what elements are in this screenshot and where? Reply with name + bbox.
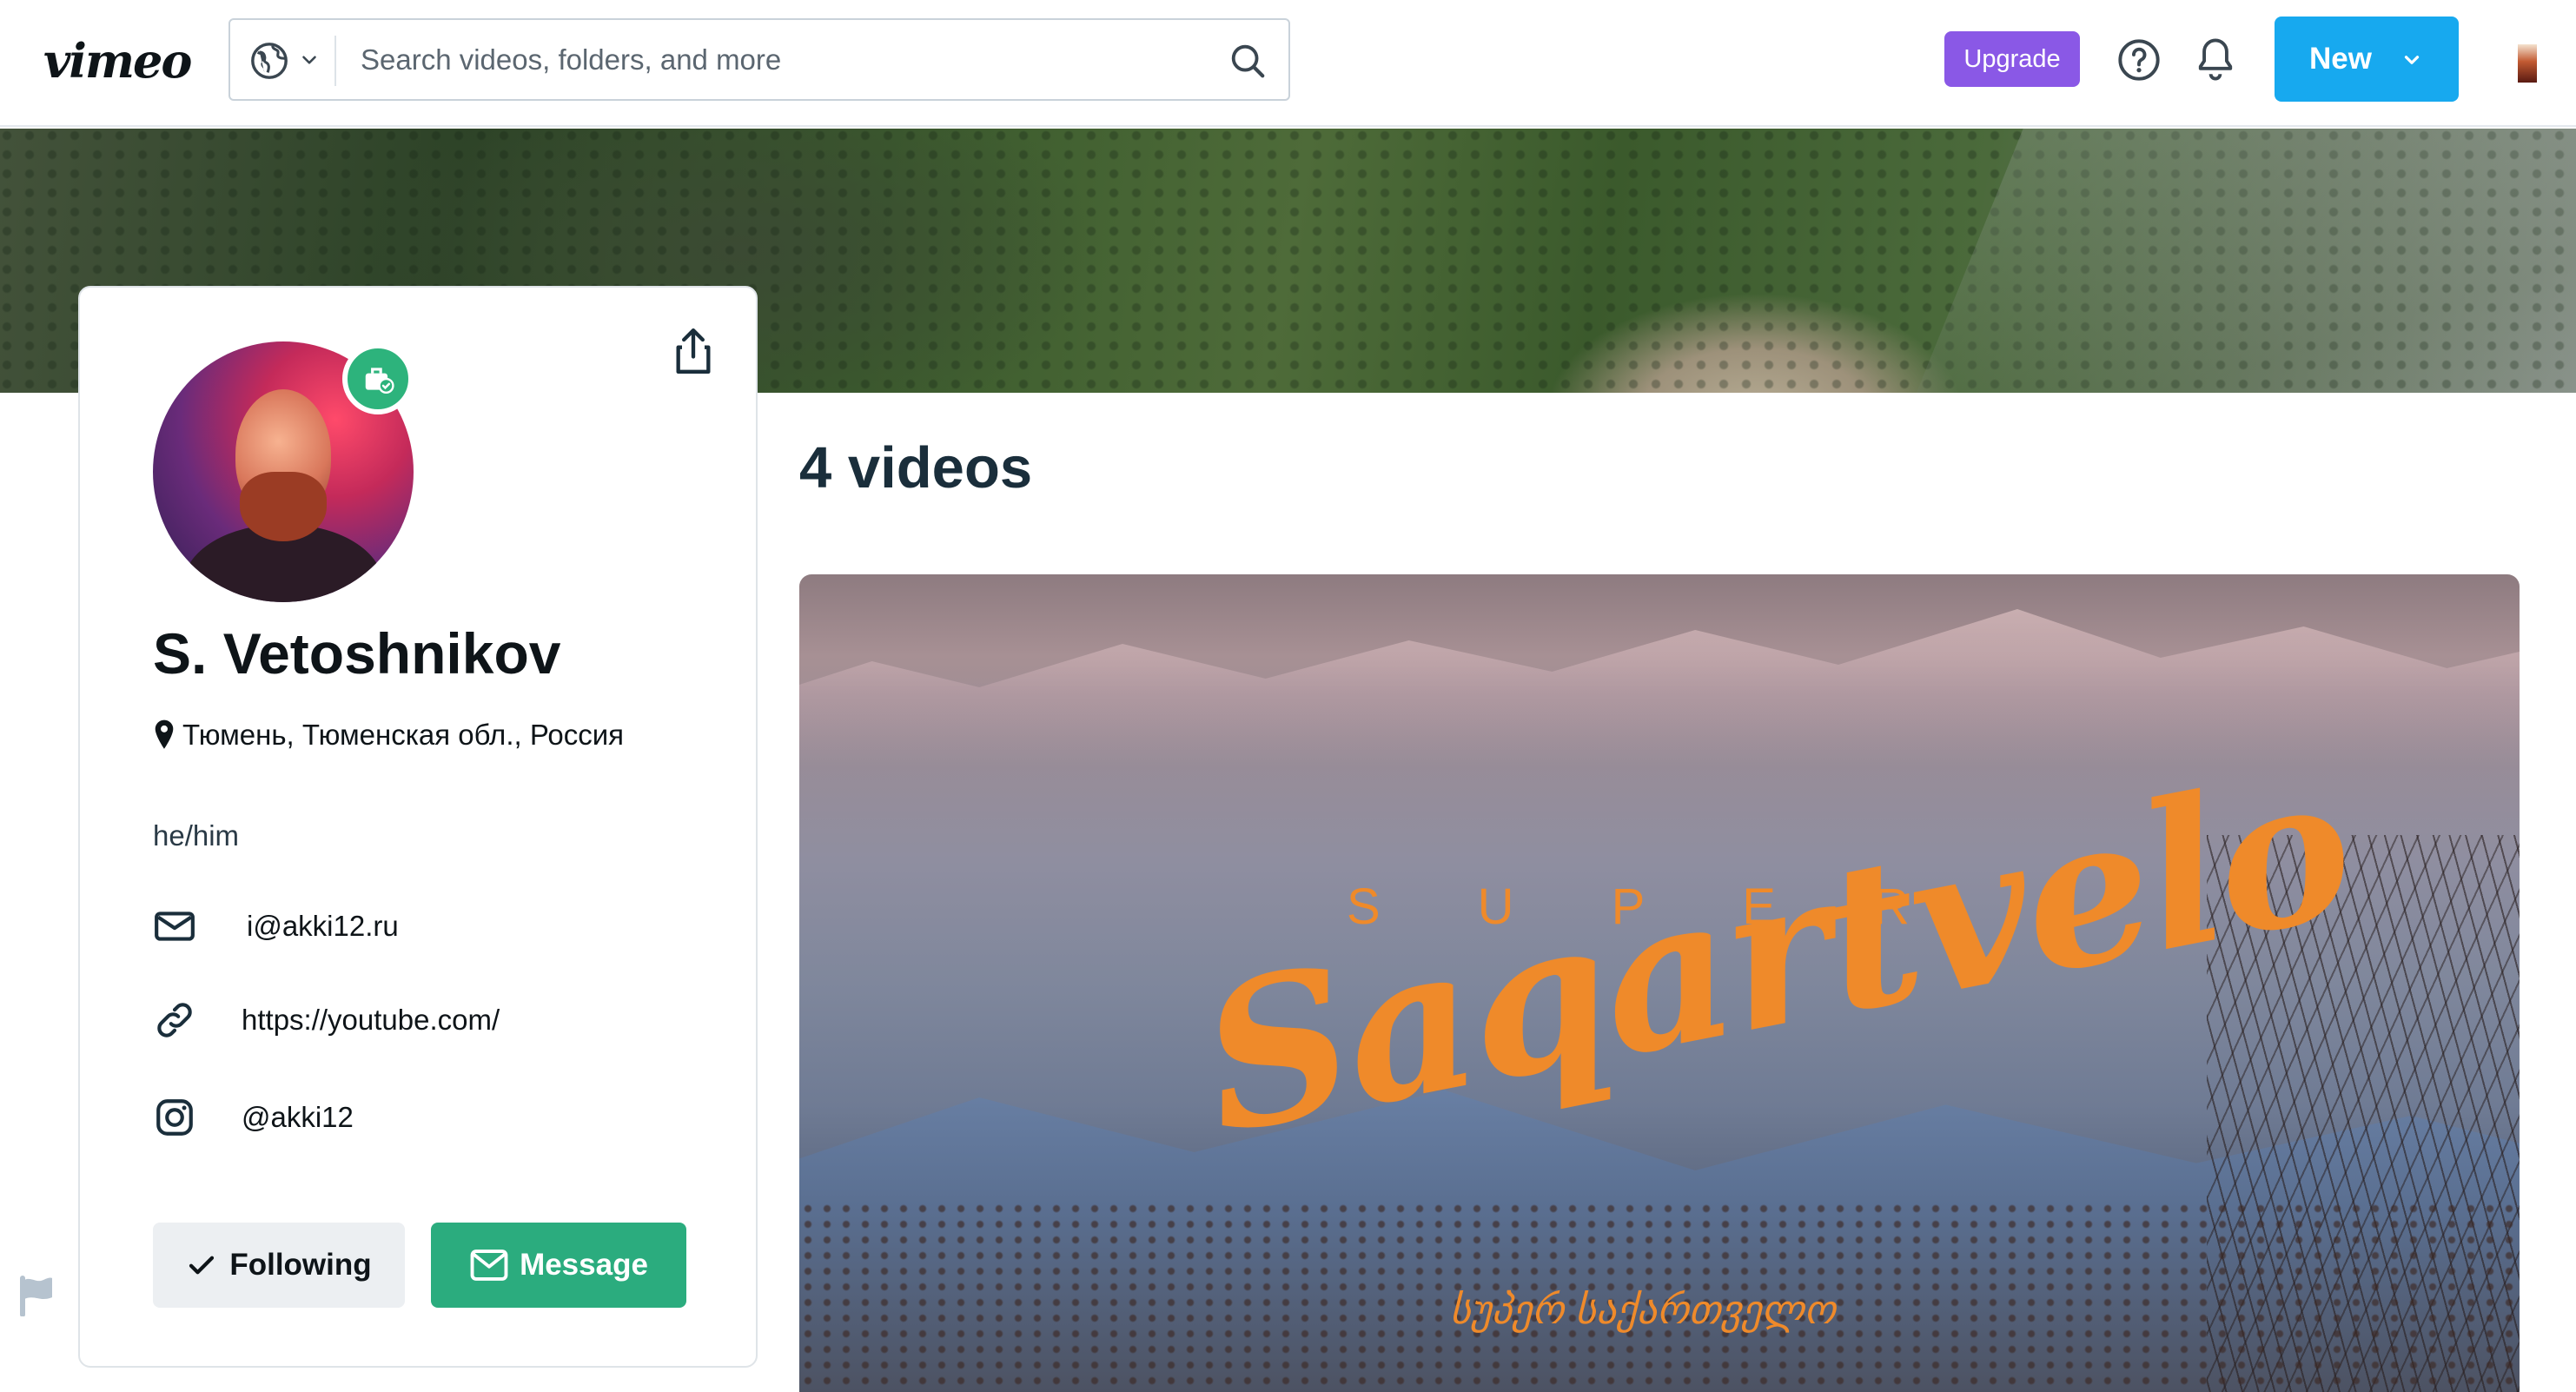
user-avatar[interactable]	[2518, 44, 2537, 83]
profile-pronouns: he/him	[153, 819, 240, 852]
business-badge	[342, 343, 414, 414]
search-icon[interactable]	[1228, 41, 1268, 81]
share-icon[interactable]	[671, 324, 716, 378]
profile-website-row[interactable]: https://youtube.com/	[153, 998, 500, 1042]
video-count-heading: 4 videos	[799, 435, 1033, 500]
message-button[interactable]: Message	[431, 1223, 686, 1308]
profile-name: S. Vetoshnikov	[153, 621, 561, 686]
checkmark-icon	[189, 1256, 215, 1275]
bell-icon[interactable]	[2193, 35, 2238, 83]
briefcase-check-icon	[365, 368, 394, 394]
location-text: Тюмень, Тюменская обл., Россия	[182, 719, 625, 751]
avatar-beard	[240, 472, 327, 541]
new-button[interactable]: New	[2275, 17, 2459, 102]
vimeo-logo[interactable]: vimeo	[43, 33, 192, 89]
search-divider	[334, 36, 336, 86]
instagram-icon	[156, 1099, 193, 1136]
location-pin-icon	[155, 719, 174, 749]
following-button[interactable]: Following	[153, 1223, 405, 1308]
instagram-handle[interactable]: @akki12	[242, 1101, 354, 1134]
search-bar	[228, 18, 1290, 101]
profile-email-row[interactable]: i@akki12.ru	[153, 905, 399, 948]
help-icon[interactable]	[2116, 37, 2162, 83]
upgrade-button[interactable]: Upgrade	[1944, 31, 2080, 87]
email-icon	[155, 911, 195, 941]
report-flag-icon[interactable]	[17, 1275, 56, 1316]
envelope-icon	[470, 1249, 508, 1281]
top-bar: vimeo Upgrade New	[0, 0, 2576, 127]
profile-location: Тюмень, Тюменская обл., Россия	[153, 719, 624, 752]
video-title-georgian: სუპერ საქართველო	[1449, 1287, 1836, 1332]
chevron-down-icon	[2404, 56, 2420, 64]
profile-instagram-row[interactable]: @akki12	[153, 1096, 354, 1139]
new-button-label: New	[2309, 42, 2372, 76]
globe-icon[interactable]	[249, 41, 289, 81]
link-icon	[157, 1003, 192, 1037]
chevron-down-icon[interactable]	[298, 49, 321, 71]
website-link[interactable]: https://youtube.com/	[242, 1004, 500, 1037]
following-label: Following	[229, 1248, 372, 1282]
message-label: Message	[520, 1248, 648, 1282]
email-text[interactable]: i@akki12.ru	[247, 910, 399, 943]
profile-card: S. Vetoshnikov Тюмень, Тюменская обл., Р…	[78, 286, 758, 1368]
search-input[interactable]	[361, 32, 1195, 88]
